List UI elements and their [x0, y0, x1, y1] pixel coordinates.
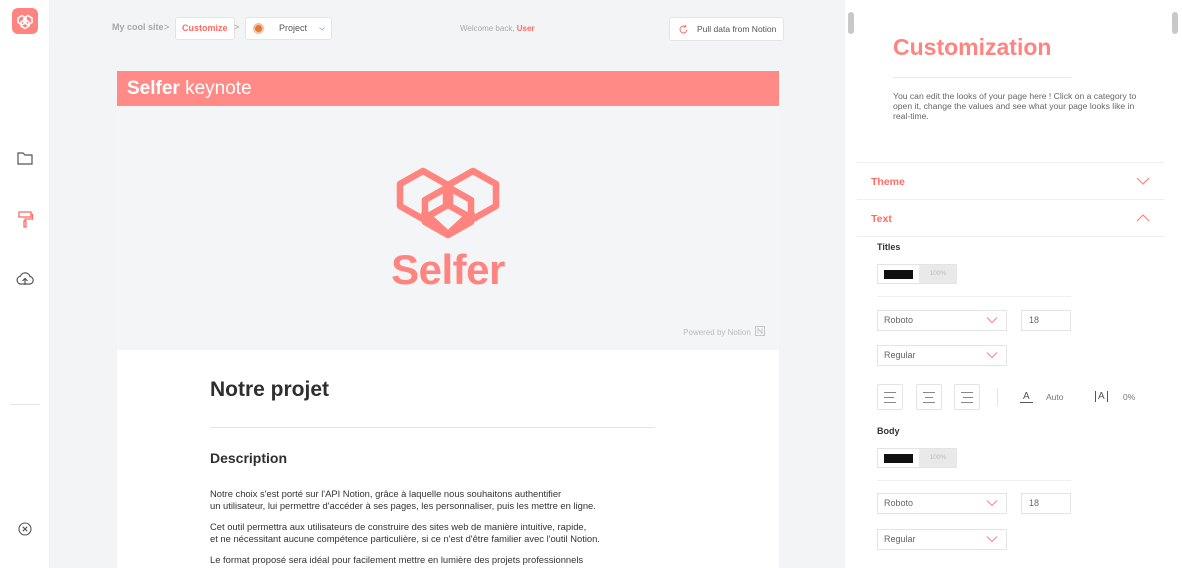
paragraph-1: Notre choix s'est porté sur l'API Notion…	[210, 488, 670, 511]
cloud-upload-icon[interactable]	[14, 268, 36, 290]
chevron-down-icon	[319, 27, 325, 31]
paragraph-2: Cet outil permettra aux utilisateurs de …	[210, 521, 670, 544]
title-divider	[210, 427, 655, 428]
pull-button-label: Pull data from Notion	[697, 24, 777, 34]
body-font-select[interactable]: Roboto	[877, 493, 1007, 514]
align-center-button[interactable]	[916, 384, 942, 410]
breadcrumb-customize[interactable]: Customize	[175, 17, 235, 40]
customization-panel: Customization You can edit the looks of …	[857, 0, 1164, 568]
page-header-bar: Selfer keynote	[117, 71, 779, 106]
paragraph-3: Le format proposé sera idéal pour facile…	[210, 554, 670, 566]
titles-weight-select[interactable]: Regular	[877, 345, 1007, 366]
notion-icon	[755, 326, 765, 336]
body-color-swatch	[884, 454, 913, 463]
project-select-label: Project	[279, 23, 308, 33]
breadcrumb-site[interactable]: My cool site	[112, 22, 164, 32]
welcome-prefix: Welcome back,	[460, 24, 515, 33]
page-header-brand: Selfer	[127, 78, 180, 99]
titles-font-select[interactable]: Roboto	[877, 310, 1007, 331]
panel-scrollbar[interactable]	[1172, 12, 1178, 34]
left-rail	[0, 0, 50, 568]
page-header-subtitle: keynote	[179, 78, 252, 99]
close-circle-icon[interactable]	[14, 518, 36, 540]
align-left-button[interactable]	[877, 384, 903, 410]
top-bar: My cool site > Customize > Project Welco…	[50, 0, 845, 60]
selfer-hero-logo-icon	[396, 167, 500, 239]
chevron-down-icon	[1136, 177, 1150, 185]
panel-description: You can edit the looks of your page here…	[893, 91, 1137, 122]
chevron-up-icon	[1136, 214, 1150, 222]
titles-opacity[interactable]: 100%	[919, 265, 957, 283]
paragraph-line: un utilisateur, lui permettre d'accéder …	[210, 499, 596, 511]
page-hero: Selfer Powered by Notion	[117, 106, 779, 350]
preview-area: My cool site > Customize > Project Welco…	[50, 0, 845, 568]
line-height-icon[interactable]: A	[1020, 391, 1033, 403]
titles-size-input[interactable]: 18	[1021, 310, 1071, 331]
welcome-message: Welcome back, User	[460, 24, 535, 33]
project-select[interactable]: Project	[245, 17, 332, 40]
titles-letter-spacing-value[interactable]: 0%	[1123, 392, 1135, 402]
refresh-icon	[679, 24, 688, 34]
app-window: My cool site > Customize > Project Welco…	[0, 0, 1182, 568]
body-font-value: Roboto	[884, 498, 914, 508]
titles-line-height-value[interactable]: Auto	[1046, 392, 1064, 402]
selfer-logo-icon[interactable]	[12, 8, 38, 34]
section-text-label: Text	[871, 213, 892, 225]
powered-by-notion: Powered by Notion	[683, 326, 765, 337]
preview-scrollbar[interactable]	[848, 12, 854, 34]
breadcrumb-separator: >	[234, 22, 240, 32]
section-heading: Description	[210, 450, 288, 466]
titles-font-value: Roboto	[884, 315, 914, 325]
rail-divider	[10, 404, 40, 405]
body-size-input[interactable]: 18	[1021, 493, 1071, 514]
body-label: Body	[877, 426, 900, 436]
page-preview: Selfer keynote Selfer Powered by Notion	[117, 71, 779, 568]
panel-title-divider	[893, 77, 1071, 78]
chevron-down-icon	[986, 317, 998, 324]
breadcrumb-separator: >	[164, 22, 170, 32]
body-divider	[877, 480, 1071, 481]
pull-from-notion-button[interactable]: Pull data from Notion	[669, 17, 784, 41]
titles-color-swatch	[884, 270, 913, 279]
align-right-button[interactable]	[954, 384, 980, 410]
body-weight-value: Regular	[884, 534, 916, 544]
body-color-picker[interactable]: 100%	[877, 448, 957, 468]
body-weight-select[interactable]: Regular	[877, 529, 1007, 550]
chevron-down-icon	[986, 500, 998, 507]
section-theme[interactable]: Theme	[857, 162, 1164, 199]
titles-divider	[877, 296, 1071, 297]
folder-icon[interactable]	[14, 147, 36, 169]
toolbar-divider	[997, 388, 998, 406]
titles-color-picker[interactable]: 100%	[877, 264, 957, 284]
chevron-down-icon	[986, 352, 998, 359]
section-theme-label: Theme	[871, 176, 905, 188]
page-title: Notre projet	[210, 378, 330, 401]
titles-weight-value: Regular	[884, 350, 916, 360]
section-text[interactable]: Text	[857, 199, 1164, 236]
welcome-user: User	[516, 24, 535, 33]
paragraph-line: et ne nécessitant aucune compétence part…	[210, 532, 600, 544]
paint-roller-icon[interactable]	[14, 208, 36, 230]
chevron-down-icon	[986, 536, 998, 543]
paragraph-line: Notre choix s'est porté sur l'API Notion…	[210, 488, 562, 499]
section-divider	[857, 236, 1164, 237]
paragraph-line: Le format proposé sera idéal pour facile…	[210, 554, 584, 565]
paragraph-line: Cet outil permettra aux utilisateurs de …	[210, 521, 587, 532]
panel-title: Customization	[893, 34, 1052, 60]
hero-wordmark: Selfer	[391, 246, 505, 293]
titles-label: Titles	[877, 242, 901, 252]
body-opacity[interactable]: 100%	[919, 449, 957, 467]
letter-spacing-icon[interactable]: A	[1095, 391, 1108, 402]
powered-label: Powered by Notion	[683, 328, 751, 337]
project-avatar-icon	[253, 23, 264, 34]
